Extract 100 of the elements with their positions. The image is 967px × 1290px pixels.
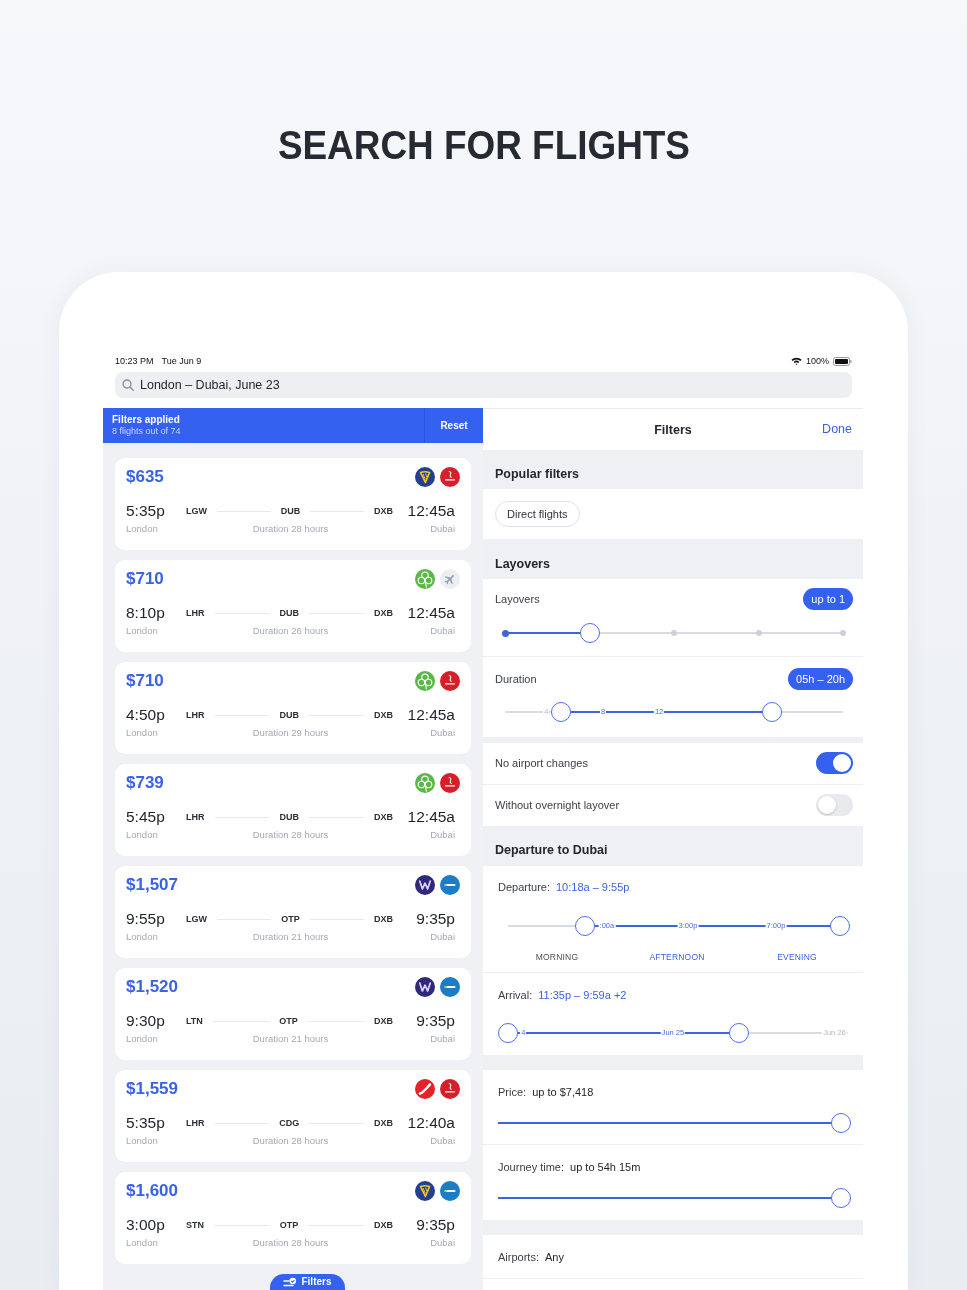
flight-card[interactable]: $710 4:50p LHR DUB DXB 12:45a London Duration 29 hours Dubai	[115, 662, 471, 754]
flight-card[interactable]: $1,520 9:30p LTN OTP DXB 9:35p London Duration 21 hours Dubai	[115, 968, 471, 1060]
destination-city: Dubai	[430, 727, 455, 739]
filter-value: up to $7,418	[532, 1085, 594, 1099]
emblem-logo-icon	[440, 671, 460, 691]
section-heading: Popular filters	[483, 450, 863, 489]
origin-code: LHR	[186, 1117, 205, 1129]
filter-label: Airports:	[498, 1249, 539, 1264]
zigzag-logo-icon	[415, 875, 435, 895]
harp-logo-icon	[415, 1181, 435, 1201]
value-badge: up to 1	[803, 588, 853, 610]
destination-city: Dubai	[430, 1033, 455, 1045]
slider-thumb[interactable]	[579, 623, 600, 643]
toggle-label: No airport changes	[495, 756, 588, 771]
price-text: $710	[126, 671, 164, 691]
departure-time: 9:30p	[126, 1012, 165, 1030]
filter-value: Any	[544, 1249, 564, 1264]
destination-code: DXB	[374, 505, 393, 517]
slider-thumb[interactable]	[831, 1113, 851, 1133]
shamrock-logo-icon	[415, 773, 435, 793]
flight-card[interactable]: $1,559 5:35p LHR CDG DXB 12:40a London Duration 28 hours Dubai	[115, 1070, 471, 1162]
filters-button[interactable]: Filters	[270, 1274, 345, 1290]
filter-value: 10:18a – 9:55p	[556, 880, 630, 894]
price-text: $1,600	[126, 1181, 178, 1201]
origin-city: London	[126, 1135, 158, 1147]
departure-time: 8:10p	[126, 604, 165, 622]
emblem-logo-icon	[440, 1079, 460, 1099]
section-heading: Departure to Dubai	[483, 826, 863, 866]
toggle-switch[interactable]	[816, 794, 853, 817]
slider-label: Duration	[495, 672, 537, 686]
origin-code: STN	[186, 1219, 204, 1231]
price-text: $739	[126, 773, 164, 793]
wordmark-logo-icon	[440, 1181, 460, 1201]
time-period-tab[interactable]: MORNING	[535, 951, 579, 963]
departure-time: 5:45p	[126, 808, 165, 826]
plane-icon	[440, 569, 460, 589]
origin-code: LTN	[186, 1015, 203, 1027]
origin-code: LHR	[186, 607, 205, 619]
slider-thumb[interactable]	[762, 702, 782, 722]
flight-card[interactable]: $1,507 9:55p LGW OTP DXB 9:35p London Duration 21 hours Dubai	[115, 866, 471, 958]
panel-title: Filters	[654, 421, 692, 438]
price-text: $1,559	[126, 1079, 178, 1099]
wifi-icon	[790, 357, 802, 365]
swoosh-logo-icon	[415, 1079, 435, 1099]
stopover-code: OTP	[281, 913, 300, 925]
step-dot-icon	[755, 630, 762, 636]
filter-icon	[283, 1276, 298, 1288]
departure-time: 3:00p	[126, 1216, 165, 1234]
destination-code: DXB	[374, 913, 393, 925]
origin-city: London	[126, 829, 158, 841]
emblem-logo-icon	[440, 773, 460, 793]
destination-city: Dubai	[430, 625, 455, 637]
destination-code: DXB	[374, 1219, 393, 1231]
arrival-time: 12:40a	[407, 1114, 455, 1132]
stopover-code: DUB	[280, 505, 301, 517]
origin-city: London	[126, 931, 158, 943]
section-heading: Layovers	[483, 539, 863, 579]
destination-code: DXB	[374, 1015, 393, 1027]
slider-thumb[interactable]	[498, 1023, 518, 1043]
flight-card[interactable]: $1,600 3:00p STN OTP DXB 9:35p London Duration 28 hours Dubai	[115, 1172, 471, 1264]
duration-text: Duration 26 hours	[252, 625, 329, 637]
price-text: $635	[126, 467, 164, 487]
zigzag-logo-icon	[415, 977, 435, 997]
stopover-code: DUB	[279, 607, 299, 619]
filter-label: Price:	[498, 1085, 527, 1099]
slider-thumb[interactable]	[729, 1023, 750, 1043]
battery-icon	[833, 356, 852, 366]
origin-code: LGW	[186, 505, 207, 517]
time-period-tab[interactable]: EVENING	[777, 951, 817, 963]
slider-label: Layovers	[495, 592, 540, 606]
destination-code: DXB	[374, 811, 393, 823]
done-button[interactable]: Done	[822, 421, 852, 437]
slider-thumb[interactable]	[551, 702, 572, 722]
slider-thumb[interactable]	[830, 916, 850, 936]
search-field[interactable]: London – Dubai, June 23	[115, 372, 852, 398]
arrival-time: 9:35p	[416, 1216, 455, 1234]
stopover-code: CDG	[279, 1117, 300, 1129]
wordmark-logo-icon	[440, 977, 460, 997]
arrival-time: 12:45a	[407, 502, 455, 520]
destination-city: Dubai	[430, 931, 455, 943]
destination-code: DXB	[374, 1117, 393, 1129]
slider-thumb[interactable]	[831, 1188, 851, 1208]
destination-city: Dubai	[430, 1237, 455, 1249]
value-badge: 05h – 20h	[788, 668, 853, 690]
slider-thumb[interactable]	[575, 916, 595, 936]
time-period-tab[interactable]: AFTERNOON	[649, 951, 705, 963]
origin-city: London	[126, 1033, 158, 1045]
duration-text: Duration 28 hours	[252, 1237, 329, 1249]
filter-chip[interactable]: Direct flights	[495, 501, 580, 527]
stopover-code: DUB	[279, 811, 299, 823]
banner-subtitle: 8 flights out of 74	[112, 426, 181, 436]
toggle-switch[interactable]	[816, 752, 853, 775]
flight-card[interactable]: $710 8:10p LHR DUB DXB 12:45a London Duration 26 hours Dubai	[115, 560, 471, 652]
shamrock-logo-icon	[415, 671, 435, 691]
page-heading: SEARCH FOR FLIGHTS	[277, 121, 690, 169]
flight-card[interactable]: $635 5:35p LGW DUB DXB 12:45a London Duration 28 hours Dubai	[115, 458, 471, 550]
departure-time: 5:35p	[126, 502, 165, 520]
step-dot-icon	[671, 630, 677, 636]
flight-card[interactable]: $739 5:45p LHR DUB DXB 12:45a London Duration 28 hours Dubai	[115, 764, 471, 856]
banner-title: Filters applied	[112, 414, 180, 426]
